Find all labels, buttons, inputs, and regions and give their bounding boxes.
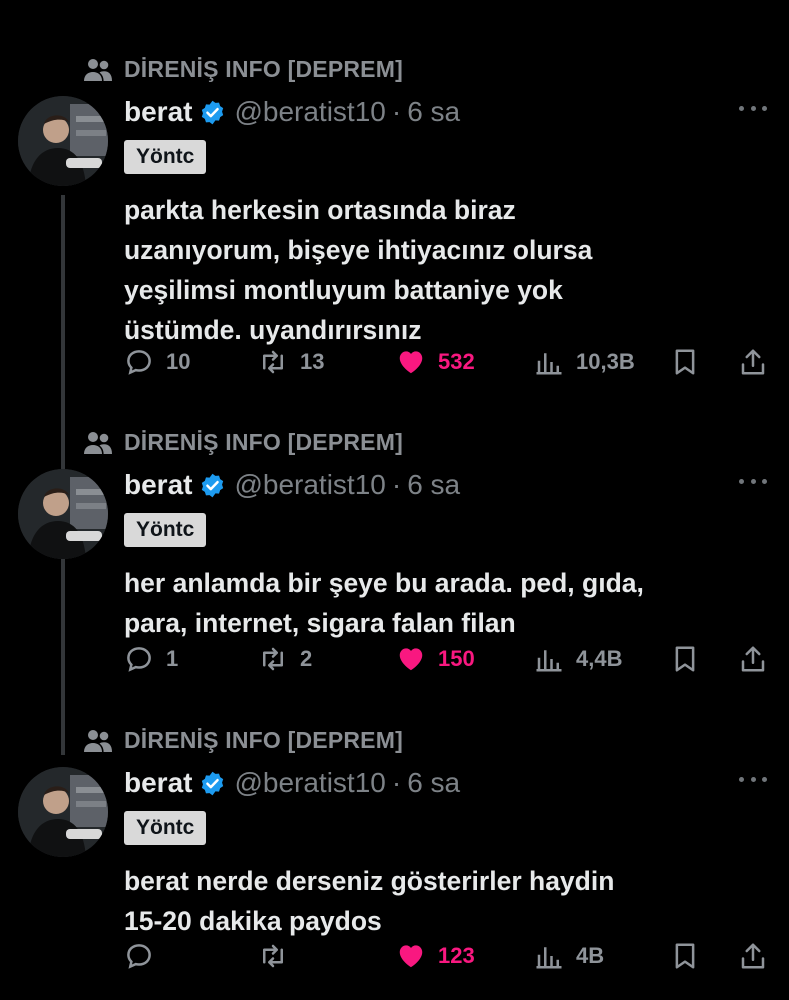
tweet-text-line: para, internet, sigara falan filan — [124, 608, 516, 638]
reply-count: 1 — [166, 646, 179, 671]
share-icon — [741, 349, 765, 375]
like-button[interactable]: 532 — [396, 342, 475, 382]
more-icon[interactable] — [739, 765, 767, 793]
people-icon — [84, 432, 112, 454]
bookmark-icon — [675, 943, 695, 969]
like-count: 532 — [438, 349, 475, 374]
share-button[interactable] — [738, 342, 780, 382]
reply-count: 10 — [166, 349, 191, 374]
views-button[interactable]: 4,4B — [534, 639, 622, 679]
more-icon[interactable] — [739, 94, 767, 122]
display-name[interactable]: berat — [124, 767, 192, 799]
like-count: 150 — [438, 646, 475, 671]
avatar[interactable] — [18, 96, 108, 186]
retweet-icon — [263, 350, 283, 374]
verified-badge-icon — [202, 771, 224, 795]
timestamp[interactable]: 6 sa — [407, 96, 460, 128]
community-name: DİRENİŞ INFO [DEPREM] — [124, 726, 403, 753]
community-context[interactable]: DİRENİŞ INFO [DEPREM] — [84, 427, 403, 457]
community-context[interactable]: DİRENİŞ INFO [DEPREM] — [84, 725, 403, 755]
retweet-icon — [263, 647, 283, 671]
like-button[interactable]: 123 — [396, 936, 475, 976]
views-icon — [536, 353, 562, 375]
avatar[interactable] — [18, 767, 108, 857]
people-icon — [84, 59, 112, 81]
tweet-header: berat @beratist10 · 6 sa — [124, 92, 460, 132]
action-bar: 123 4B — [0, 936, 789, 976]
views-icon — [536, 947, 562, 969]
tweet-text: berat nerde derseniz gösterirler haydin … — [124, 861, 764, 941]
tweet-text-line: uzanıyorum, bişeye ihtiyacınız olursa — [124, 235, 593, 265]
views-count: 4,4B — [576, 646, 623, 671]
handle[interactable]: @beratist10 — [234, 469, 385, 501]
tweet-text-line: her anlamda bir şeye bu arada. ped, gıda… — [124, 568, 644, 598]
bookmark-icon — [675, 646, 695, 672]
like-button[interactable]: 150 — [396, 639, 475, 679]
views-button[interactable]: 4B — [534, 936, 604, 976]
tweet-text-line: yeşilimsi montluyum battaniye yok — [124, 275, 563, 305]
retweet-button[interactable]: 13 — [258, 342, 324, 382]
user-label[interactable]: Yöntc — [124, 513, 207, 547]
user-label[interactable]: Yöntc — [124, 140, 207, 174]
reply-button[interactable]: 10 — [124, 342, 190, 382]
views-count: 4B — [576, 943, 605, 968]
user-label[interactable]: Yöntc — [124, 811, 207, 845]
handle[interactable]: @beratist10 — [234, 96, 385, 128]
community-name: DİRENİŞ INFO [DEPREM] — [124, 55, 403, 82]
reply-icon — [127, 647, 151, 672]
share-button[interactable] — [738, 936, 780, 976]
retweet-count: 2 — [300, 646, 313, 671]
tweet-text-line: berat nerde derseniz gösterirler haydin — [124, 866, 615, 896]
share-icon — [741, 646, 765, 672]
verified-badge-icon — [202, 100, 224, 124]
avatar[interactable] — [18, 469, 108, 559]
tweet-header: berat @beratist10 · 6 sa — [124, 763, 460, 803]
retweet-button[interactable] — [258, 936, 300, 976]
display-name[interactable]: berat — [124, 469, 192, 501]
tweet-text: her anlamda bir şeye bu arada. ped, gıda… — [124, 563, 764, 643]
retweet-count: 13 — [300, 349, 325, 374]
bookmark-icon — [675, 349, 695, 375]
people-icon — [84, 730, 112, 752]
action-bar: 10 13 532 10,3B — [0, 342, 789, 382]
views-icon — [536, 650, 562, 672]
share-icon — [741, 943, 765, 969]
community-context[interactable]: DİRENİŞ INFO [DEPREM] — [84, 54, 403, 84]
action-bar: 1 2 150 4,4B — [0, 639, 789, 679]
separator: · — [391, 96, 402, 127]
heart-icon — [399, 351, 423, 374]
like-count: 123 — [438, 943, 475, 968]
tweet-text-line: 15-20 dakika paydos — [124, 906, 382, 936]
reply-icon — [127, 944, 151, 969]
retweet-icon — [263, 944, 283, 968]
reply-button[interactable]: 1 — [124, 639, 178, 679]
reply-icon — [127, 350, 151, 375]
display-name[interactable]: berat — [124, 96, 192, 128]
views-count: 10,3B — [576, 349, 635, 374]
retweet-button[interactable]: 2 — [258, 639, 312, 679]
bookmark-button[interactable] — [670, 936, 712, 976]
tweet-text: parkta herkesin ortasında biraz uzanıyor… — [124, 190, 764, 350]
bookmark-button[interactable] — [670, 639, 712, 679]
verified-badge-icon — [202, 473, 224, 497]
timestamp[interactable]: 6 sa — [407, 767, 460, 799]
share-button[interactable] — [738, 639, 780, 679]
community-name: DİRENİŞ INFO [DEPREM] — [124, 428, 403, 455]
separator: · — [391, 767, 402, 798]
tweet-header: berat @beratist10 · 6 sa — [124, 465, 460, 505]
bookmark-button[interactable] — [670, 342, 712, 382]
tweet-text-line: parkta herkesin ortasında biraz — [124, 195, 516, 225]
heart-icon — [399, 945, 423, 968]
reply-button[interactable] — [124, 936, 166, 976]
separator: · — [391, 469, 402, 500]
timestamp[interactable]: 6 sa — [407, 469, 460, 501]
more-icon[interactable] — [739, 467, 767, 495]
handle[interactable]: @beratist10 — [234, 767, 385, 799]
views-button[interactable]: 10,3B — [534, 342, 635, 382]
heart-icon — [399, 648, 423, 671]
